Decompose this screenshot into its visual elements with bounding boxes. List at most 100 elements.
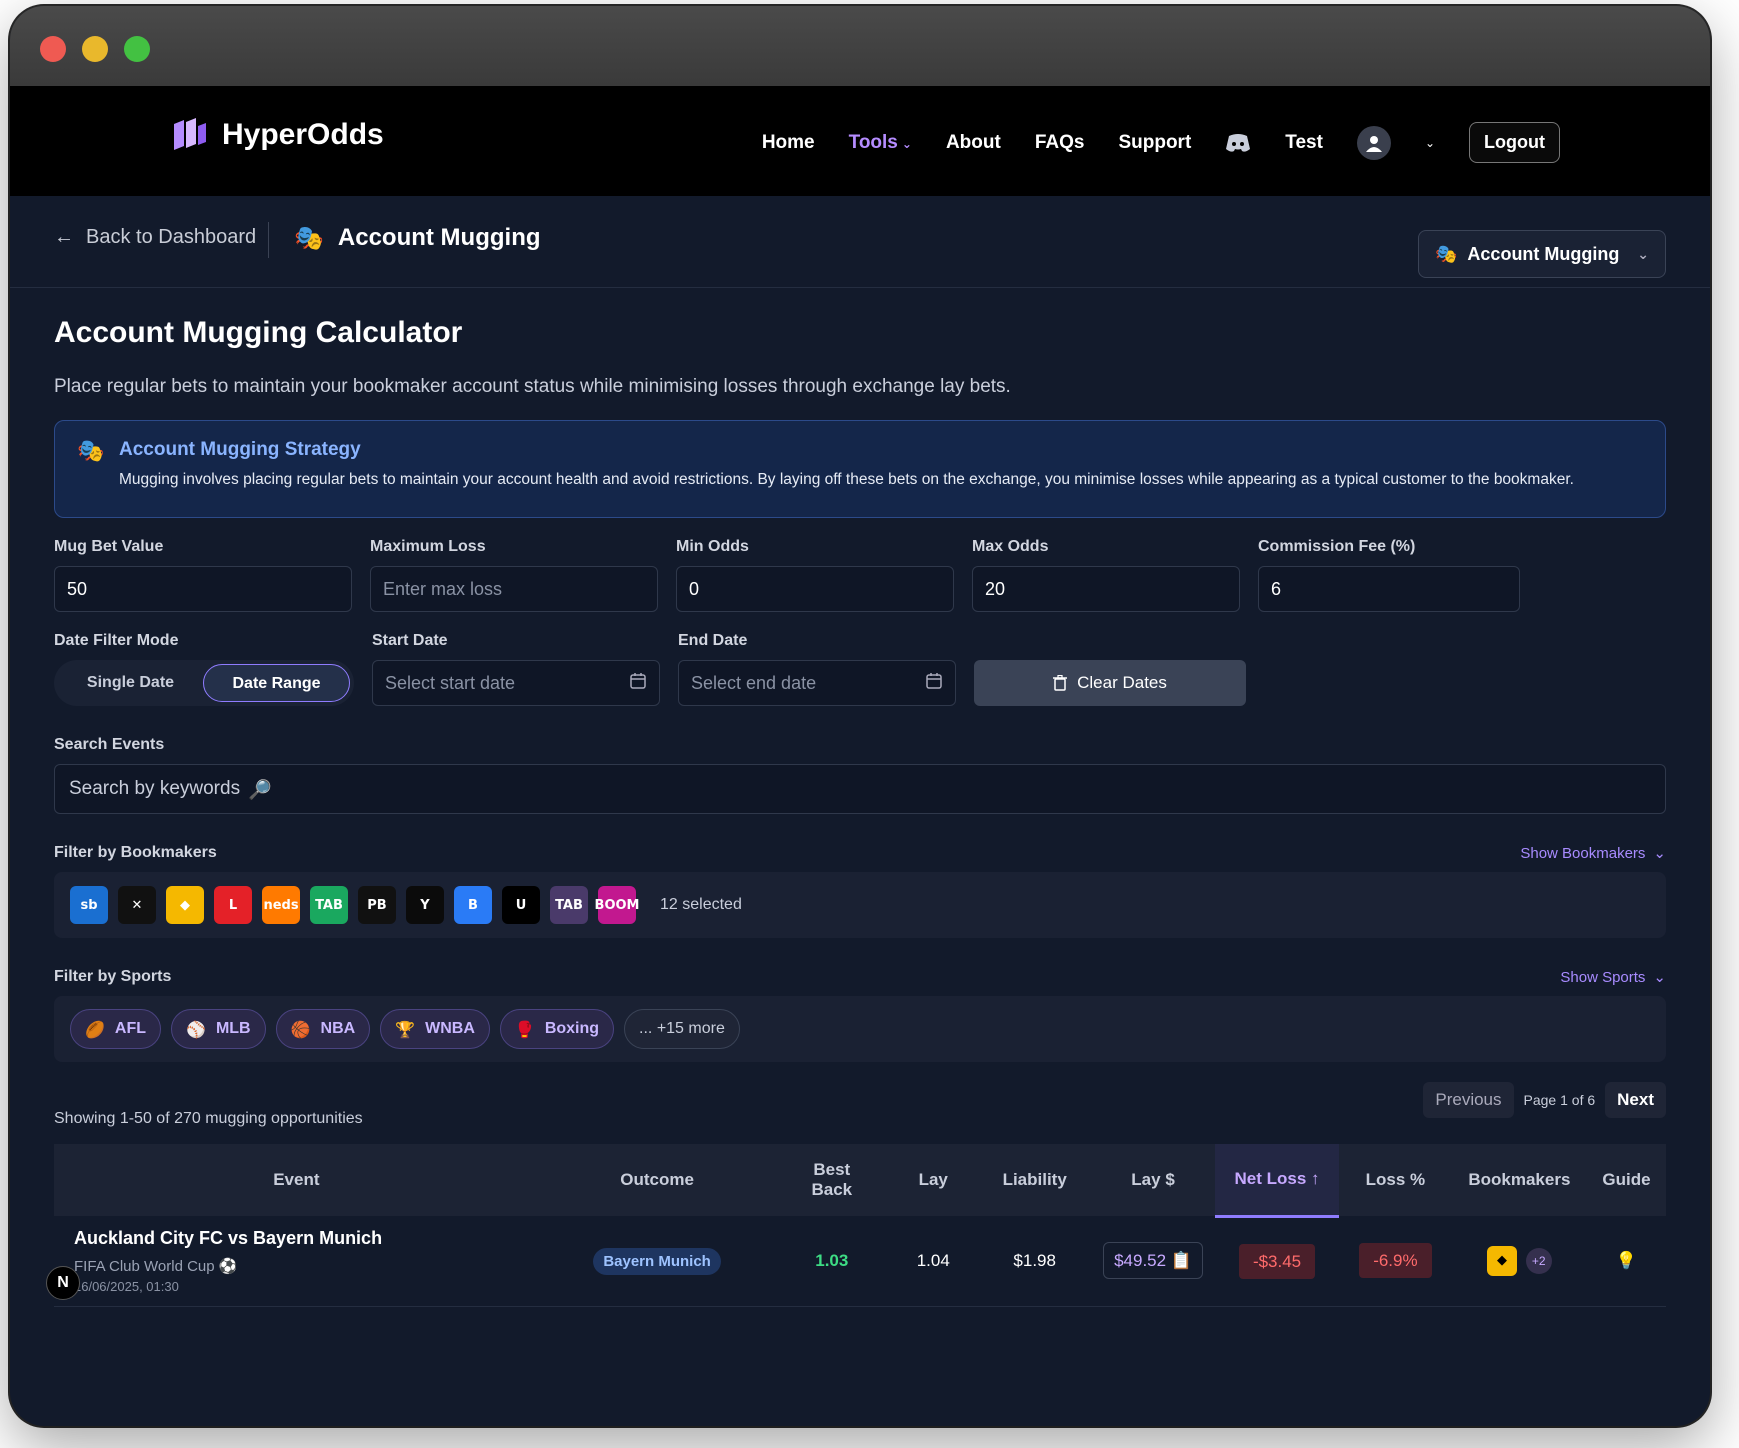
event-date: 16/06/2025, 01:30 xyxy=(74,1278,179,1294)
sports-filter-label: Filter by Sports xyxy=(54,968,172,985)
clear-dates-label: Clear Dates xyxy=(1077,673,1167,692)
show-bookmakers-toggle[interactable]: Show Bookmakers ⌄ xyxy=(1520,844,1666,863)
net-loss-cell: -$3.45 xyxy=(1215,1216,1340,1307)
bookmaker-logo-icon[interactable]: TAB xyxy=(550,886,588,924)
nav-support[interactable]: Support xyxy=(1118,132,1191,154)
sport-chip[interactable]: 🥊 Boxing xyxy=(499,1009,615,1049)
bookmaker-logo-icon[interactable]: ◆ xyxy=(166,886,204,924)
user-avatar-icon[interactable] xyxy=(1356,125,1391,160)
bookmaker-logo-icon[interactable]: U xyxy=(502,886,540,924)
bookmakers-selected-count: 12 selected xyxy=(660,896,742,913)
header-outcome[interactable]: Outcome xyxy=(538,1144,776,1216)
table-row[interactable]: Auckland City FC vs Bayern Munich FIFA C… xyxy=(54,1216,1666,1307)
sports-panel: 🏉 AFL ⚾ MLB 🏀 NBA 🏆 WNBA 🥊 Boxing ... +15 more xyxy=(54,996,1666,1062)
chevron-down-icon: ⌄ xyxy=(1637,245,1649,262)
lightbulb-icon[interactable]: 💡 xyxy=(1616,1251,1637,1271)
sport-chip[interactable]: 🏉 AFL xyxy=(70,1009,162,1049)
row-bookmakers-cell: ◆ +2 xyxy=(1451,1216,1588,1307)
info-body: Mugging involves placing regular bets to… xyxy=(119,471,1574,488)
show-sports-label: Show Sports xyxy=(1560,968,1646,986)
betfair-icon[interactable]: ◆ xyxy=(1487,1245,1518,1276)
soccer-ball-icon: ⚽ xyxy=(218,1256,238,1275)
minimize-window-button[interactable] xyxy=(82,36,108,62)
page-subheader: ← Back to Dashboard 🎭 Account Mugging 🎭 … xyxy=(10,196,1710,288)
commission-input[interactable]: 6 xyxy=(1258,566,1520,612)
header-lay-amount[interactable]: Lay $ xyxy=(1091,1144,1216,1216)
brand-logo[interactable]: HyperOdds xyxy=(170,116,384,154)
net-loss-value: -$3.45 xyxy=(1238,1243,1316,1279)
max-odds-input[interactable]: 20 xyxy=(972,566,1240,612)
search-events-input[interactable]: Search by keywords 🔎 xyxy=(54,764,1666,814)
nav-tools[interactable]: Tools ⌄ xyxy=(849,132,912,154)
chevron-down-icon: ⌄ xyxy=(1653,845,1666,862)
header-liability[interactable]: Liability xyxy=(978,1144,1092,1216)
lay-odds-cell: 1.04 xyxy=(888,1216,979,1307)
outcome-cell: Bayern Munich xyxy=(538,1216,776,1307)
discord-icon[interactable] xyxy=(1225,133,1251,153)
event-name: Auckland City FC vs Bayern Munich xyxy=(74,1227,383,1248)
close-window-button[interactable] xyxy=(40,36,66,62)
min-odds-input[interactable]: 0 xyxy=(676,566,954,612)
calendar-icon[interactable] xyxy=(925,672,943,695)
tool-switcher-select[interactable]: 🎭 Account Mugging ⌄ xyxy=(1418,230,1666,278)
header-guide[interactable]: Guide xyxy=(1587,1144,1666,1216)
more-bookmakers-badge[interactable]: +2 xyxy=(1525,1248,1552,1275)
bookmakers-filter-header: Filter by Bookmakers Show Bookmakers ⌄ xyxy=(54,844,1666,862)
bookmaker-logo-icon[interactable]: Y xyxy=(406,886,444,924)
header-lay[interactable]: Lay xyxy=(888,1144,979,1216)
bookmaker-logo-icon[interactable]: PB xyxy=(358,886,396,924)
header-event[interactable]: Event xyxy=(54,1144,539,1216)
nav-tools-label: Tools xyxy=(848,131,898,153)
bookmaker-logo-icon[interactable]: B xyxy=(454,886,492,924)
table-header: Event Outcome Best Back Lay Liability Lay… xyxy=(54,1144,1666,1218)
nav-about[interactable]: About xyxy=(946,132,1001,154)
next-page-button[interactable]: Next xyxy=(1605,1082,1666,1118)
sport-chip[interactable]: 🏀 NBA xyxy=(275,1009,371,1049)
back-label: Back to Dashboard xyxy=(86,226,257,248)
nextjs-badge[interactable]: N xyxy=(46,1266,80,1300)
sport-chip[interactable]: 🏆 WNBA xyxy=(380,1009,490,1049)
bookmaker-logo-icon[interactable]: BOOM xyxy=(595,886,639,924)
nav-user-name[interactable]: Test xyxy=(1285,132,1323,154)
opportunities-table: Event Outcome Best Back Lay Liability Lay… xyxy=(54,1144,1666,1307)
theater-masks-icon: 🎭 xyxy=(294,224,324,252)
arrow-left-icon: ← xyxy=(54,226,74,248)
calendar-icon[interactable] xyxy=(629,672,647,695)
app-window: HyperOdds Home Tools ⌄ About FAQs Support… xyxy=(10,6,1710,1426)
bookmaker-logo-icon[interactable]: ✕ xyxy=(118,886,156,924)
bookmaker-logo-icon[interactable]: neds xyxy=(262,886,300,924)
sport-icon: 🏆 xyxy=(395,1019,416,1039)
user-menu-chevron-icon[interactable]: ⌄ xyxy=(1425,136,1435,150)
nav-faqs[interactable]: FAQs xyxy=(1035,132,1085,154)
date-range-option[interactable]: Date Range xyxy=(203,664,350,702)
divider xyxy=(268,222,269,258)
nav-home[interactable]: Home xyxy=(762,132,815,154)
mug-bet-input[interactable]: 50 xyxy=(54,566,352,612)
logout-button[interactable]: Logout xyxy=(1469,122,1560,163)
header-net-loss[interactable]: Net Loss ↑ xyxy=(1215,1144,1340,1218)
lay-amount-copy[interactable]: $49.52 📋 xyxy=(1103,1241,1203,1279)
calculator-inputs-row: Mug Bet Value 50 Maximum Loss Enter max … xyxy=(54,538,1666,612)
maximize-window-button[interactable] xyxy=(124,36,150,62)
max-loss-input[interactable]: Enter max loss xyxy=(370,566,658,612)
previous-page-button[interactable]: Previous xyxy=(1423,1082,1514,1118)
header-best-back[interactable]: Best Back xyxy=(775,1144,889,1216)
bookmaker-logo-icon[interactable]: TAB xyxy=(310,886,348,924)
bookmaker-logo-icon[interactable]: sb xyxy=(70,886,108,924)
date-mode-toggle: Single Date Date Range xyxy=(54,660,354,706)
end-date-input[interactable]: Select end date xyxy=(678,660,956,706)
min-odds-label: Min Odds xyxy=(676,538,749,555)
bookmaker-logo-icon[interactable]: L xyxy=(214,886,252,924)
sport-icon: ⚾ xyxy=(186,1019,206,1039)
show-sports-toggle[interactable]: Show Sports ⌄ xyxy=(1560,968,1666,987)
back-to-dashboard-link[interactable]: ← Back to Dashboard xyxy=(54,226,256,249)
start-date-input[interactable]: Select start date xyxy=(372,660,660,706)
single-date-option[interactable]: Single Date xyxy=(58,664,203,702)
sport-chip[interactable]: ⚾ MLB xyxy=(171,1009,266,1049)
sport-label: NBA xyxy=(320,1020,356,1037)
clear-dates-button[interactable]: Clear Dates xyxy=(974,660,1246,706)
header-bookmakers[interactable]: Bookmakers xyxy=(1451,1144,1588,1216)
header-loss-pct[interactable]: Loss % xyxy=(1339,1144,1452,1216)
start-date-label: Start Date xyxy=(372,632,448,649)
sports-more-chip[interactable]: ... +15 more xyxy=(624,1009,740,1049)
